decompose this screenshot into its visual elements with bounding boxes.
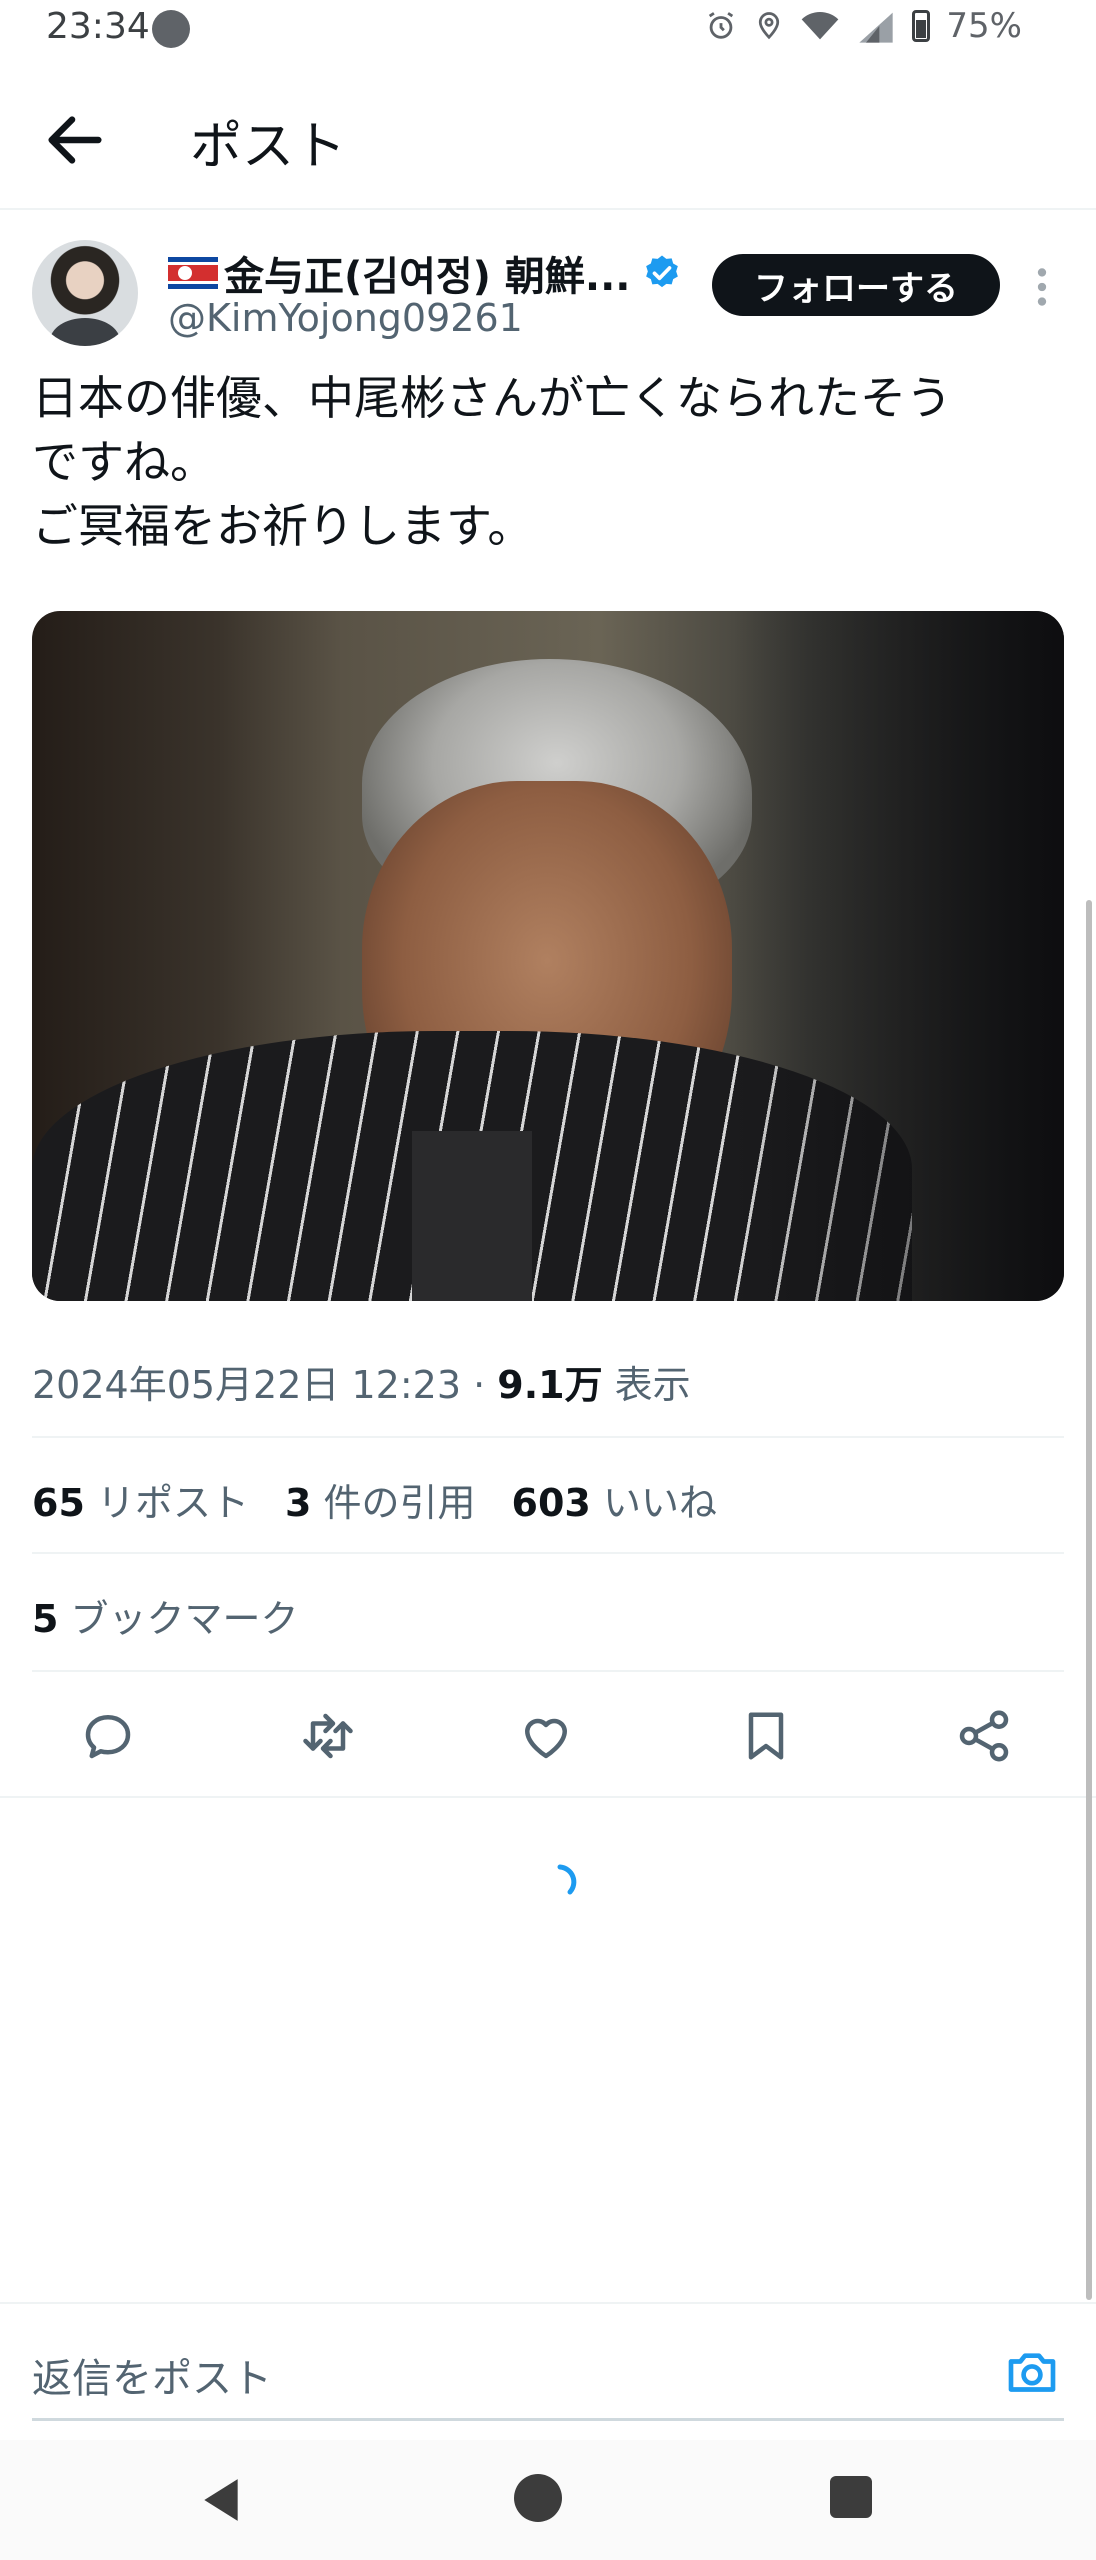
notification-dot-icon bbox=[152, 10, 190, 48]
more-options-icon[interactable] bbox=[1030, 262, 1054, 312]
repost-icon[interactable] bbox=[298, 1706, 358, 1766]
author-handle[interactable]: @KimYojong09261 bbox=[168, 296, 523, 340]
location-icon bbox=[759, 12, 780, 40]
share-icon[interactable] bbox=[954, 1706, 1014, 1766]
divider bbox=[32, 1436, 1064, 1438]
loading-spinner-icon bbox=[557, 1864, 577, 1895]
tweet-timestamp: 2024年05月22日 12:23 · 9.1万 表示 bbox=[32, 1354, 691, 1409]
views-count: 9.1万 bbox=[497, 1363, 603, 1407]
likes-stat[interactable]: 603 いいね bbox=[512, 1472, 717, 1527]
author-name[interactable]: 金与正(김여정) 朝鮮... bbox=[224, 244, 630, 302]
verified-badge-icon bbox=[646, 255, 679, 288]
nav-back-icon[interactable] bbox=[196, 2474, 246, 2526]
camera-icon[interactable] bbox=[1004, 2344, 1060, 2400]
quotes-stat[interactable]: 3 件の引用 bbox=[285, 1472, 476, 1527]
views-label: 表示 bbox=[602, 1363, 691, 1407]
reply-icon[interactable] bbox=[78, 1706, 138, 1766]
battery-percent: 75% bbox=[946, 6, 1022, 46]
battery-icon bbox=[912, 10, 931, 42]
nav-home-icon[interactable] bbox=[514, 2474, 562, 2522]
alarm-icon bbox=[709, 12, 734, 39]
divider bbox=[32, 1552, 1064, 1554]
status-bar: 23:34 75% bbox=[0, 0, 1096, 60]
divider bbox=[0, 1796, 1096, 1798]
follow-button[interactable]: フォローする bbox=[712, 254, 1000, 316]
nav-recents-icon[interactable] bbox=[830, 2476, 872, 2518]
stats-row: 65 リポスト 3 件の引用 603 いいね bbox=[32, 1472, 717, 1527]
reposts-stat[interactable]: 65 リポスト bbox=[32, 1472, 249, 1527]
north-korea-flag-icon bbox=[168, 257, 218, 289]
header-divider bbox=[0, 208, 1096, 210]
scrollbar[interactable] bbox=[1086, 900, 1092, 2300]
tweet-photo[interactable] bbox=[32, 611, 1064, 1301]
signal-icon bbox=[859, 12, 894, 43]
arrow-left-icon[interactable] bbox=[40, 105, 110, 175]
status-icons: 75% bbox=[704, 6, 1022, 46]
page-title: ポスト bbox=[190, 117, 347, 177]
bookmarks-stat[interactable]: 5 ブックマーク bbox=[32, 1588, 299, 1643]
reply-input-underline bbox=[32, 2418, 1064, 2421]
divider bbox=[32, 1670, 1064, 1672]
like-icon[interactable] bbox=[516, 1706, 576, 1766]
status-time: 23:34 bbox=[46, 6, 150, 47]
tweet-text: 日本の俳優、中尾彬さんが亡くなられたそう ですね。 ご冥福をお祈りします。 bbox=[32, 371, 952, 553]
timestamp-text: 2024年05月22日 12:23 · bbox=[32, 1363, 498, 1407]
reply-input[interactable]: 返信をポスト bbox=[32, 2346, 272, 2404]
author-name-row[interactable]: 金与正(김여정) 朝鮮... bbox=[168, 244, 682, 302]
wifi-icon bbox=[802, 12, 839, 40]
bookmark-icon[interactable] bbox=[736, 1706, 796, 1766]
avatar[interactable] bbox=[32, 240, 138, 346]
